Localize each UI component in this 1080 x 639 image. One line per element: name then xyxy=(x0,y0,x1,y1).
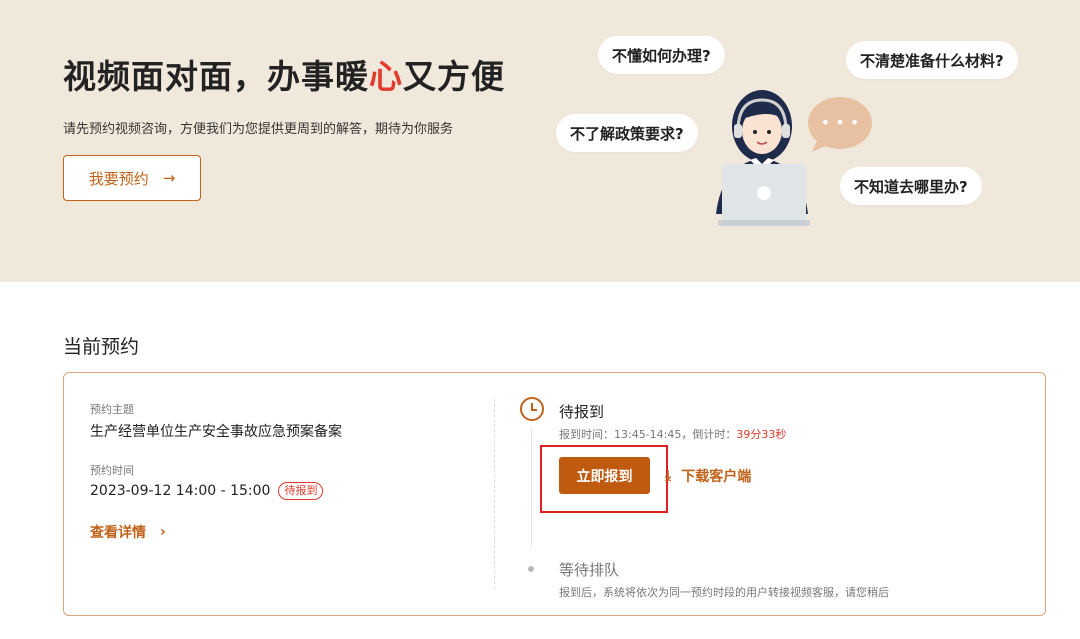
question-bubble-how: 不懂如何办理? xyxy=(598,36,725,74)
time-value: 2023-09-12 14:00 - 15:00 待报到 xyxy=(90,482,470,500)
view-details-link[interactable]: 查看详情 › xyxy=(90,522,470,542)
column-divider xyxy=(494,399,495,589)
topic-value: 生产经营单位生产安全事故应急预案备案 xyxy=(90,424,342,440)
arrow-right-icon: → xyxy=(162,169,176,187)
checkin-time-info: 报到时间：13:45-14:45，倒计时：39分33秒 xyxy=(559,428,787,441)
checkin-now-button[interactable]: 立即报到 xyxy=(559,457,650,494)
current-appointment-heading: 当前预约 xyxy=(63,336,140,358)
question-bubble-policy: 不了解政策要求? xyxy=(556,114,698,152)
customer-service-illustration: • • • xyxy=(716,90,872,226)
status-badge: 待报到 xyxy=(278,482,324,500)
book-button-label: 我要预约 xyxy=(88,169,149,188)
hero-title: 视频面对面，办事暖心又方便 xyxy=(63,57,505,96)
timeline-dot xyxy=(528,566,534,572)
heart-glyph: 心 xyxy=(369,57,403,96)
download-icon: ⤓ xyxy=(665,468,672,484)
question-bubble-materials: 不清楚准备什么材料? xyxy=(846,41,1018,79)
download-client-link[interactable]: ⤓ 下载客户端 xyxy=(665,466,751,486)
step-queue-title: 等待排队 xyxy=(559,561,620,579)
topic-label: 预约主题 xyxy=(90,403,134,416)
appointment-card: 预约主题 生产经营单位生产安全事故应急预案备案 预约时间 2023-09-12 … xyxy=(63,372,1046,616)
clock-icon xyxy=(520,397,544,421)
chevron-right-icon: › xyxy=(160,524,166,540)
timeline-line xyxy=(531,427,532,547)
checkin-timeline: 待报到 报到时间：13:45-14:45，倒计时：39分33秒 立即报到 ⤓ 下… xyxy=(520,397,1020,599)
chat-dots: • • • xyxy=(821,113,859,132)
countdown-timer: 39分33秒 xyxy=(736,428,787,441)
book-appointment-button[interactable]: 我要预约 → xyxy=(63,155,201,201)
time-label: 预约时间 xyxy=(90,464,134,477)
hero-banner: 视频面对面，办事暖心又方便 请先预约视频咨询，方便我们为您提供更周到的解答，期待… xyxy=(0,0,1080,282)
appointment-info: 预约主题 生产经营单位生产安全事故应急预案备案 预约时间 2023-09-12 … xyxy=(90,401,470,542)
queue-description: 报到后，系统将依次为同一预约时段的用户转接视频客服，请您稍后 xyxy=(559,586,889,599)
hero-subtitle: 请先预约视频咨询，方便我们为您提供更周到的解答，期待为你服务 xyxy=(63,122,454,137)
step-pending-checkin-title: 待报到 xyxy=(559,403,605,421)
